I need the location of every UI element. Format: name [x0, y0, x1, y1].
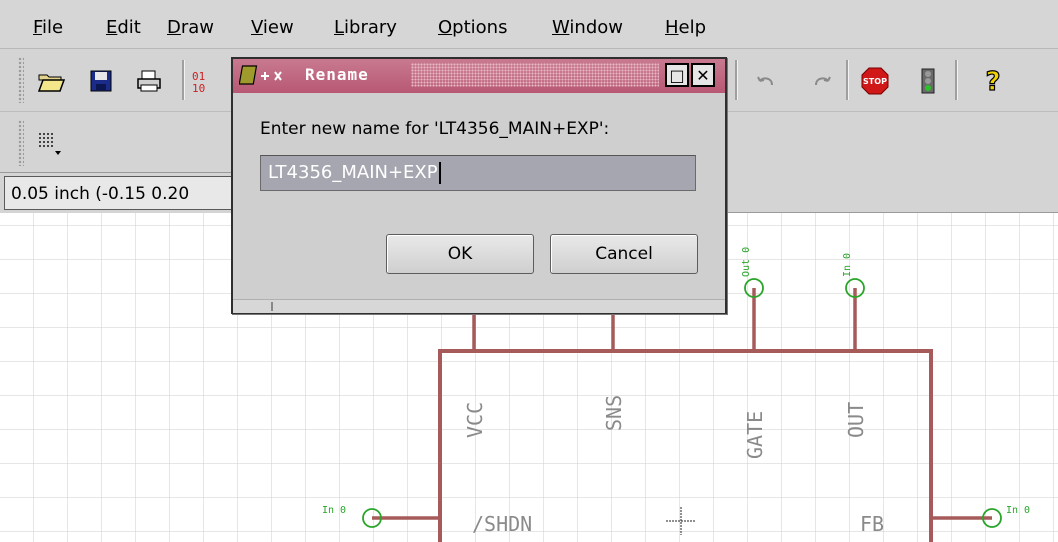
traffic-light-icon[interactable] — [912, 65, 944, 97]
dialog-titlebar[interactable]: Rename □ ✕ — [233, 59, 725, 93]
status-bar-area — [727, 172, 1058, 213]
toolbar-grip[interactable] — [18, 120, 24, 166]
toolbar-separator — [735, 60, 738, 100]
menu-edit[interactable]: Edit — [106, 18, 141, 38]
netlist-icon[interactable]: 01 10 — [190, 65, 230, 97]
pin-tag-shdn: In 0 — [322, 505, 346, 516]
toolbar-grip[interactable] — [18, 57, 24, 103]
menu-window[interactable]: Window — [552, 18, 623, 38]
save-icon[interactable] — [85, 65, 117, 97]
rename-prompt: Enter new name for 'LT4356_MAIN+EXP': — [260, 119, 610, 139]
cancel-button[interactable]: Cancel — [550, 234, 698, 274]
new-name-value: LT4356_MAIN+EXP — [268, 162, 438, 183]
ok-button[interactable]: OK — [386, 234, 534, 274]
dialog-title: Rename — [305, 65, 369, 84]
toolbar-separator — [955, 60, 958, 100]
pin-name-gate: GATE — [743, 411, 767, 459]
coordinate-display: 0.05 inch (-0.15 0.20 — [4, 176, 236, 210]
window-menu-icon[interactable] — [239, 63, 299, 89]
toolbar-separator — [182, 60, 185, 100]
pin-tag-fb: In 0 — [1006, 505, 1030, 516]
menu-options[interactable]: Options — [438, 18, 507, 38]
pin-tag-out: In 0 — [842, 253, 853, 277]
svg-text:?: ? — [985, 67, 1000, 96]
help-icon[interactable]: ? — [977, 65, 1009, 97]
pin-name-fb: FB — [860, 512, 884, 536]
pin-tag-gate: Out 0 — [741, 247, 752, 277]
menu-file[interactable]: File — [33, 18, 63, 38]
maximize-button[interactable]: □ — [665, 63, 689, 87]
open-icon[interactable] — [35, 65, 67, 97]
svg-text:10: 10 — [192, 82, 205, 94]
toolbar-separator — [846, 60, 849, 100]
redo-icon[interactable] — [806, 65, 838, 97]
menu-library[interactable]: Library — [334, 18, 397, 38]
grid-icon[interactable] — [35, 128, 67, 160]
pin-name-out: OUT — [844, 402, 868, 438]
pin-name-vcc: VCC — [463, 402, 487, 438]
rename-dialog: Rename □ ✕ Enter new name for 'LT4356_MA… — [231, 57, 727, 314]
footer-divider — [271, 302, 273, 311]
stop-icon[interactable]: STOP — [859, 65, 891, 97]
new-name-input[interactable]: LT4356_MAIN+EXP — [260, 155, 696, 191]
menu-bar: File Edit Draw View Library Options Wind… — [0, 0, 1058, 49]
menu-draw[interactable]: Draw — [167, 18, 214, 38]
pin-name-sns: SNS — [602, 395, 626, 431]
maximize-icon: □ — [669, 65, 685, 85]
text-cursor — [438, 162, 441, 184]
menu-view[interactable]: View — [251, 18, 294, 38]
svg-text:STOP: STOP — [863, 77, 887, 86]
undo-icon[interactable] — [750, 65, 782, 97]
pin-name-shdn: /SHDN — [472, 512, 532, 536]
close-icon: ✕ — [696, 65, 710, 85]
menu-help[interactable]: Help — [665, 18, 706, 38]
close-button[interactable]: ✕ — [691, 63, 715, 87]
titlebar-texture — [411, 63, 659, 87]
print-icon[interactable] — [133, 65, 165, 97]
dialog-footer — [233, 299, 725, 313]
